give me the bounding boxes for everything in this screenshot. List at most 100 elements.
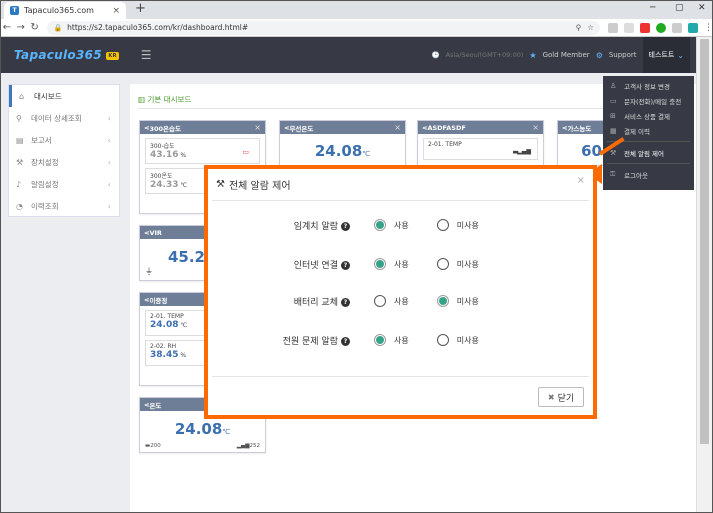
help-icon[interactable]: ? — [341, 260, 350, 270]
radio-button[interactable] — [374, 295, 386, 307]
radio-label: 미사용 — [456, 259, 479, 269]
scrollbar[interactable] — [696, 37, 712, 513]
sidebar-item-label: 이력조회 — [31, 201, 59, 211]
reload-icon[interactable]: ↻ — [28, 22, 42, 33]
widget-header[interactable]: ⋖ 무선온도 × — [280, 121, 405, 134]
widget-header[interactable]: ⋖ 가스농도 — [558, 121, 604, 134]
radio-button[interactable] — [374, 219, 386, 231]
extension-icon[interactable] — [656, 22, 666, 33]
extension-icon[interactable] — [624, 22, 634, 33]
sensor-name: 300-습도 — [150, 143, 175, 150]
battery-value: 200 — [150, 443, 161, 449]
radio-power-on[interactable]: 사용 — [374, 334, 409, 346]
close-icon[interactable]: × — [394, 123, 401, 132]
card-icon: ▭ — [610, 96, 617, 105]
menu-item-sms-charge[interactable]: ▭ 문자(전화)/메일 충전 — [603, 93, 694, 108]
sidebar-item-device-settings[interactable]: ⚒ 장치설정 ‹ — [9, 151, 119, 173]
alarm-row-threshold: 임계치 알람? 사용 미사용 — [208, 216, 593, 234]
radio-threshold-on[interactable]: 사용 — [374, 219, 409, 231]
menu-item-payment-history[interactable]: ▦ 결제 이력 — [603, 123, 694, 138]
new-tab-icon[interactable]: + — [135, 2, 146, 16]
radio-battery-off[interactable]: 미사용 — [436, 295, 479, 307]
lock-icon: 🔒 — [53, 23, 63, 32]
widget-wireless-temp: ⋖ 무선온도 × 24.08℃ — [279, 120, 406, 166]
menu-item-label: 로그아웃 — [624, 171, 648, 180]
chevron-down-icon: ⌄ — [677, 50, 684, 60]
sidebar-item-data-detail[interactable]: ⚲ 데이터 상세조회 ‹ — [9, 107, 119, 129]
close-button[interactable]: ✖ 닫기 — [538, 387, 584, 407]
menu-item-payment[interactable]: ⊞ 서비스 상품 결제 — [603, 108, 694, 123]
membership-label: Gold Member — [542, 51, 590, 59]
user-menu-button[interactable]: 테스트트 ⌄ — [642, 37, 690, 73]
radio-power-off[interactable]: 미사용 — [436, 334, 479, 346]
more-menu-icon[interactable]: ⋮ — [704, 23, 713, 33]
sensor-card[interactable]: 2-01. TEMP ▬ ▂▄▆ — [423, 138, 538, 160]
wrench-icon: ⚒ — [16, 157, 24, 167]
radio-label: 미사용 — [456, 220, 479, 230]
help-icon[interactable]: ? — [341, 336, 350, 346]
radio-internet-on[interactable]: 사용 — [374, 258, 409, 270]
extension-icon[interactable] — [672, 22, 682, 33]
menu-toggle-icon[interactable]: ☰ — [141, 48, 152, 62]
widget-header[interactable]: ⋖ 300온습도 × — [140, 121, 265, 134]
chevron-left-icon: ‹ — [107, 201, 111, 211]
sidebar-item-alert-settings[interactable]: ♪ 알림설정 ‹ — [9, 173, 119, 195]
minimize-icon[interactable]: ─ — [650, 3, 655, 13]
close-icon[interactable]: × — [532, 123, 539, 132]
extension-icon[interactable] — [640, 22, 650, 33]
sensor-card[interactable]: 300-습도 43.16 % ▭ — [145, 138, 260, 164]
forward-icon[interactable]: → — [14, 22, 28, 33]
radio-button[interactable] — [374, 258, 386, 270]
browser-tabbar: T Tapaculo365.com × + ─ ▢ ✕ — [0, 0, 713, 19]
sidebar-item-history[interactable]: ◔ 이력조회 ‹ — [9, 195, 119, 217]
extension-icon[interactable] — [688, 22, 698, 33]
clock-icon: 🕒 — [431, 51, 440, 59]
star-icon[interactable]: ☆ — [587, 23, 594, 32]
modal-title: ⚒ 전체 알람 제어 — [216, 177, 291, 192]
menu-item-label: 결제 이력 — [624, 127, 650, 136]
browser-tab[interactable]: T Tapaculo365.com × — [4, 2, 126, 19]
signal-value: 252 — [249, 443, 261, 449]
close-icon[interactable]: × — [254, 123, 261, 132]
sidebar-item-report[interactable]: ▤ 보고서 ‹ — [9, 129, 119, 151]
menu-item-alarm-control[interactable]: ⚒ 전체 알림 제어 — [603, 145, 694, 160]
person-icon: ♙ — [610, 81, 617, 90]
menu-divider — [607, 163, 690, 164]
extension-icon[interactable] — [608, 22, 618, 33]
help-icon[interactable]: ? — [341, 221, 350, 231]
alarm-row-battery: 배터리 교체? 사용 미사용 — [208, 292, 593, 310]
close-window-icon[interactable]: ✕ — [698, 3, 706, 13]
widget-title: 300온습도 — [149, 124, 181, 133]
zoom-icon[interactable]: ⚲ — [576, 23, 582, 32]
alarm-row-internet: 인터넷 연결? 사용 미사용 — [208, 255, 593, 273]
menu-item-logout[interactable]: ⚿ 로그아웃 — [603, 167, 694, 182]
sidebar-item-dashboard[interactable]: ⌂ 대시보드 — [9, 85, 119, 107]
radio-threshold-off[interactable]: 미사용 — [436, 219, 479, 231]
sensor-value: 24.08 — [174, 420, 223, 438]
sidebar-item-label: 보고서 — [31, 135, 52, 145]
widget-header[interactable]: ⋖ ASDFASDF × — [418, 121, 543, 134]
radio-button[interactable] — [436, 295, 449, 307]
row-label: 인터넷 연결 — [293, 260, 338, 271]
tab-close-icon[interactable]: × — [112, 6, 120, 16]
radio-internet-off[interactable]: 미사용 — [436, 258, 479, 270]
url-input[interactable]: 🔒 https://s2.tapaculo365.com/kr/dashboar… — [47, 20, 600, 35]
widget-title: 무선온도 — [289, 124, 314, 133]
support-link[interactable]: Support — [609, 51, 637, 59]
radio-button[interactable] — [374, 334, 386, 346]
radio-button[interactable] — [436, 334, 449, 346]
radio-button[interactable] — [436, 219, 449, 231]
tab-title: Tapaculo365.com — [24, 6, 94, 15]
chevron-left-icon: ‹ — [107, 157, 111, 167]
help-icon[interactable]: ? — [341, 297, 350, 307]
radio-button[interactable] — [436, 258, 449, 270]
receipt-icon: ▦ — [610, 126, 617, 135]
maximize-icon[interactable]: ▢ — [675, 3, 684, 13]
back-icon[interactable]: ← — [0, 22, 14, 33]
logo[interactable]: Tapaculo365 KR — [14, 48, 119, 62]
divider — [212, 200, 589, 201]
radio-battery-on[interactable]: 사용 — [374, 295, 409, 307]
scrollbar-thumb[interactable] — [700, 39, 709, 444]
menu-item-customer-info[interactable]: ♙ 고객사 정보 변경 — [603, 78, 694, 93]
close-icon[interactable]: × — [577, 175, 585, 186]
